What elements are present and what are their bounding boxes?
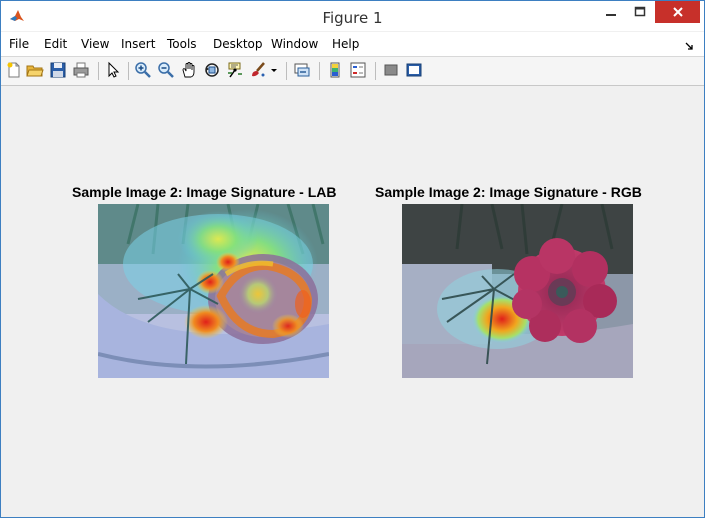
rgb-signature-image[interactable]: [402, 204, 633, 378]
zoom-out-icon[interactable]: [157, 61, 175, 79]
menu-bar: File Edit View Insert Tools Desktop Wind…: [1, 32, 704, 57]
brush-icon[interactable]: [249, 61, 267, 79]
figure-canvas[interactable]: Sample Image 2: Image Signature - LAB Sa…: [9, 86, 697, 511]
toolbar-separator: [319, 62, 320, 80]
zoom-in-icon[interactable]: [134, 61, 152, 79]
insert-legend-icon[interactable]: [349, 61, 367, 79]
toolbar-separator: [286, 62, 287, 80]
title-bar: Figure 1: [1, 1, 704, 31]
save-icon[interactable]: [49, 61, 67, 79]
menu-file[interactable]: File: [9, 37, 29, 51]
maximize-button[interactable]: [627, 1, 653, 23]
axes-title-rgb: Sample Image 2: Image Signature - RGB: [375, 184, 642, 200]
print-icon[interactable]: [72, 61, 90, 79]
menu-insert[interactable]: Insert: [121, 37, 155, 51]
open-file-icon[interactable]: [26, 61, 44, 79]
minimize-button[interactable]: [597, 1, 625, 23]
lab-signature-image[interactable]: [98, 204, 329, 378]
close-button[interactable]: [655, 1, 700, 23]
toolbar-separator: [375, 62, 376, 80]
menu-view[interactable]: View: [81, 37, 109, 51]
menu-window[interactable]: Window: [271, 37, 318, 51]
menu-edit[interactable]: Edit: [44, 37, 67, 51]
brush-dropdown-icon[interactable]: [269, 61, 279, 79]
link-plot-icon[interactable]: [293, 61, 311, 79]
toolbar-separator: [98, 62, 99, 80]
new-figure-icon[interactable]: [5, 61, 23, 79]
figure-window: Figure 1 File Edit View Insert Tools Des…: [0, 0, 705, 518]
rotate-3d-icon[interactable]: [203, 61, 221, 79]
edit-plot-icon[interactable]: [104, 61, 122, 79]
show-plot-tools-icon[interactable]: [405, 61, 423, 79]
insert-colorbar-icon[interactable]: [326, 61, 344, 79]
toolbar-separator: [128, 62, 129, 80]
axes-title-lab: Sample Image 2: Image Signature - LAB: [72, 184, 337, 200]
hide-plot-tools-icon[interactable]: [382, 61, 400, 79]
dock-arrow-icon[interactable]: [684, 38, 694, 50]
menu-desktop[interactable]: Desktop: [213, 37, 263, 51]
data-cursor-icon[interactable]: [226, 61, 244, 79]
menu-tools[interactable]: Tools: [167, 37, 197, 51]
figure-toolbar: [1, 57, 704, 86]
pan-icon[interactable]: [180, 61, 198, 79]
menu-help[interactable]: Help: [332, 37, 359, 51]
